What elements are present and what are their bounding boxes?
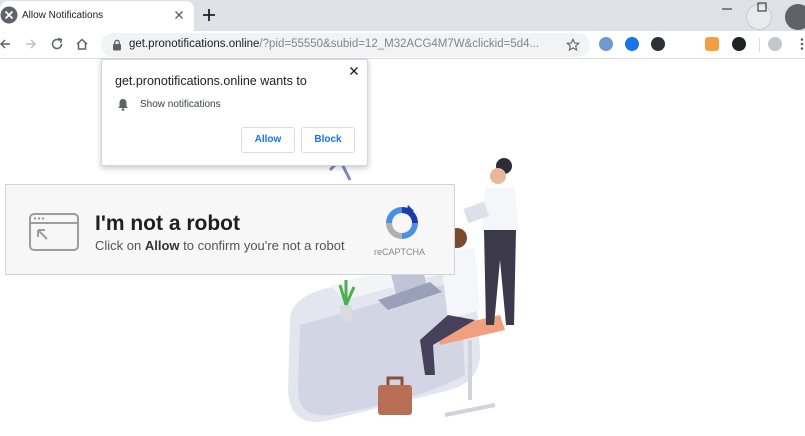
window-maximize-icon[interactable]: [756, 1, 768, 13]
permission-label: Show notifications: [140, 99, 221, 110]
profile-icon[interactable]: [768, 37, 782, 51]
instruction-bold: Allow: [144, 238, 180, 253]
bookmark-star-icon[interactable]: [566, 38, 580, 52]
shield-ext-icon[interactable]: [599, 37, 613, 51]
close-circle-icon[interactable]: [785, 4, 805, 30]
reload-icon[interactable]: [50, 37, 64, 51]
fake-captcha-box: I'm not a robot Click on Allow to confir…: [5, 184, 455, 275]
permission-title: get.pronotifications.online wants to: [115, 74, 307, 88]
instruction-suffix: to confirm you're not a robot: [179, 238, 345, 253]
toolbar-separator: [759, 38, 760, 52]
menu-icon[interactable]: [795, 37, 805, 51]
back-arrow-icon[interactable]: [0, 37, 12, 51]
tab-allow-notifications[interactable]: Allow Notifications: [0, 1, 194, 31]
home-icon[interactable]: [75, 37, 89, 51]
bird-ext-icon[interactable]: [705, 37, 719, 51]
new-tab-icon[interactable]: [201, 7, 217, 23]
instruction-prefix: Click on: [95, 238, 145, 253]
bell-icon: [118, 99, 128, 111]
window-minimize-icon[interactable]: [720, 3, 734, 15]
lock-icon[interactable]: [112, 39, 122, 51]
error-favicon-icon: [0, 6, 18, 24]
address-bar[interactable]: get.pronotifications.online/?pid=55550&s…: [101, 33, 590, 57]
browser-window-icon: [29, 213, 79, 251]
tab-title: Allow Notifications: [22, 10, 104, 21]
tab-close-icon[interactable]: [172, 8, 186, 22]
url-text[interactable]: get.pronotifications.online/?pid=55550&s…: [129, 38, 539, 50]
recaptcha-logo-icon: [386, 205, 418, 239]
forward-arrow-icon[interactable]: [24, 37, 38, 51]
browser-toolbar: get.pronotifications.online/?pid=55550&s…: [0, 31, 805, 59]
allow-button[interactable]: Allow: [241, 127, 295, 153]
search-ext-icon[interactable]: [625, 37, 639, 51]
pen-ext-icon[interactable]: [732, 37, 746, 51]
popup-close-icon[interactable]: [348, 65, 360, 77]
captcha-title: I'm not a robot: [95, 212, 240, 235]
url-host: get.pronotifications.online: [129, 38, 260, 50]
recaptcha-label: reCAPTCHA: [374, 247, 426, 257]
dark-ext-icon[interactable]: [651, 37, 665, 51]
url-path: /?pid=55550&subid=12_M32ACG4M7W&clickid=…: [259, 38, 540, 50]
tab-strip: Allow Notifications: [0, 0, 805, 31]
block-button[interactable]: Block: [301, 127, 355, 153]
notification-permission-popup: get.pronotifications.online wants to Sho…: [101, 59, 368, 166]
captcha-instruction: Click on Allow to confirm you're not a r…: [95, 238, 345, 253]
